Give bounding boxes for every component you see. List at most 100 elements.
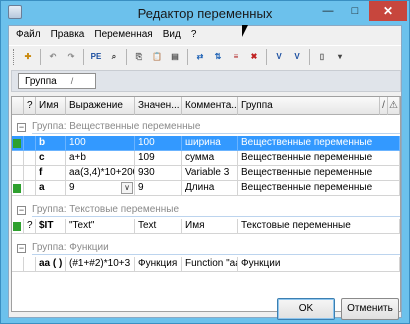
var-settings-icon[interactable]: V <box>289 49 305 65</box>
table-row[interactable]: f aa(3,4)*10+200 930 Variable 3 Вещественные… <box>12 166 400 181</box>
undo-icon[interactable]: ↶ <box>45 49 61 65</box>
group-row[interactable]: − Группа: Текстовые переменные <box>12 202 400 217</box>
flag-cell[interactable] <box>12 257 24 272</box>
flag-cell[interactable] <box>12 181 24 196</box>
sort-icon[interactable]: ⇅ <box>210 49 226 65</box>
options-icon[interactable]: ▾ <box>332 49 348 65</box>
comment-cell[interactable]: Имя <box>182 219 238 234</box>
name-cell[interactable]: $IT <box>36 219 66 234</box>
menu-item-4[interactable]: ? <box>186 26 202 44</box>
comment-cell[interactable]: ширина <box>182 136 238 151</box>
toolbar: ✚ ↶ ↷ PE ⌕ ⎘ 📋 ▤ ⇄ ⇅ ≡ ✖ V V ▯ ▾ <box>9 45 401 67</box>
name-cell[interactable]: f <box>36 166 66 181</box>
value-cell[interactable]: Text <box>135 219 182 234</box>
column-header-7[interactable]: / <box>380 97 388 115</box>
name-cell[interactable]: b <box>36 136 66 151</box>
flag-cell[interactable] <box>12 136 24 151</box>
group-row[interactable]: − Группа: Вещественные переменные <box>12 119 400 134</box>
value-cell[interactable]: 930 <box>135 166 182 181</box>
table-row[interactable]: b 100 100 ширина Вещественные переменные <box>12 136 400 151</box>
table-row[interactable]: ? $IT "Text" Text Имя Текстовые переменные <box>12 219 400 234</box>
q-cell[interactable] <box>24 151 36 166</box>
table-row[interactable]: c a+b 109 сумма Вещественные переменные <box>12 151 400 166</box>
maximize-button[interactable]: □ <box>342 1 368 21</box>
toolbar-separator <box>187 48 188 65</box>
group-cell[interactable]: Вещественные переменные <box>238 136 400 151</box>
group-cell[interactable]: Вещественные переменные <box>238 166 400 181</box>
ok-button[interactable]: OK <box>277 298 335 320</box>
paste-icon[interactable]: 📋 <box>149 49 165 65</box>
add-var-icon[interactable]: V <box>271 49 287 65</box>
collapse-toggle-icon[interactable]: − <box>17 206 26 215</box>
column-header-4[interactable]: Значен... <box>135 97 182 115</box>
group-cell[interactable]: Текстовые переменные <box>238 219 400 234</box>
copy-icon[interactable]: ⎘ <box>131 49 147 65</box>
value-cell[interactable]: 100 <box>135 136 182 151</box>
menu-item-1[interactable]: Правка <box>46 26 90 44</box>
name-cell[interactable]: aa ( ) <box>36 257 66 272</box>
group-cell[interactable]: Вещественные переменные <box>238 181 400 196</box>
column-header-0[interactable] <box>12 97 24 115</box>
flag-cell[interactable] <box>12 151 24 166</box>
cancel-button[interactable]: Отменить <box>341 298 399 320</box>
q-cell[interactable] <box>24 257 36 272</box>
expr-cell[interactable]: "Text" <box>66 219 135 234</box>
value-cell[interactable]: 109 <box>135 151 182 166</box>
name-cell[interactable]: a <box>36 181 66 196</box>
table-row[interactable]: aa ( )(#1+#2)*10+3ФункцияFunction "aa"Фу… <box>12 257 400 272</box>
close-button[interactable]: ✕ <box>369 1 407 21</box>
collapse-toggle-icon[interactable]: − <box>17 123 26 132</box>
group-cell[interactable]: Вещественные переменные <box>238 151 400 166</box>
flag-cell[interactable] <box>12 219 24 234</box>
q-cell[interactable] <box>24 181 36 196</box>
q-cell[interactable]: ? <box>24 219 36 234</box>
q-cell[interactable] <box>24 136 36 151</box>
insert-icon[interactable]: ≡ <box>228 49 244 65</box>
redo-icon[interactable]: ↷ <box>63 49 79 65</box>
variable-properties-icon[interactable]: ▤ <box>167 49 183 65</box>
toolbar-grip[interactable] <box>13 48 16 65</box>
comment-cell[interactable]: Function "aa" <box>182 257 238 272</box>
group-cell[interactable]: Функции <box>238 257 400 272</box>
column-header-6[interactable]: Группа <box>238 97 380 115</box>
group-divider <box>32 216 400 217</box>
menu-item-3[interactable]: Вид <box>158 26 186 44</box>
menu-item-2[interactable]: Переменная <box>89 26 157 44</box>
column-header-8[interactable]: ⚠ <box>388 97 400 115</box>
column-header-5[interactable]: Коммента... <box>182 97 238 115</box>
minimize-button[interactable]: — <box>315 1 341 21</box>
comment-cell[interactable]: сумма <box>182 151 238 166</box>
find-icon[interactable]: ⌕ <box>106 49 122 65</box>
group-row[interactable]: − Группа: Функции <box>12 240 400 255</box>
group-by-sort-icon: / <box>70 76 74 86</box>
move-variable-icon[interactable]: ⇄ <box>192 49 208 65</box>
toolbar-separator <box>126 48 127 65</box>
collapse-toggle-icon[interactable]: − <box>17 244 26 253</box>
flag-cell[interactable] <box>12 166 24 181</box>
title-bar[interactable]: Редактор переменных — □ ✕ <box>1 1 409 25</box>
menu-item-0[interactable]: Файл <box>11 26 46 44</box>
import-icon[interactable]: PE <box>88 49 104 65</box>
q-cell[interactable] <box>24 166 36 181</box>
group-label: Группа: Функции <box>32 242 109 253</box>
group-by-chip[interactable]: Группа / <box>18 73 96 89</box>
expr-cell[interactable]: 100 <box>66 136 135 151</box>
column-header-2[interactable]: Имя <box>36 97 66 115</box>
dropdown-arrow-icon[interactable]: ∨ <box>121 182 133 194</box>
comment-cell[interactable]: Variable 3 <box>182 166 238 181</box>
value-cell[interactable]: Функция <box>135 257 182 272</box>
group-divider <box>32 254 400 255</box>
comment-cell[interactable]: Длина <box>182 181 238 196</box>
column-header-3[interactable]: Выражение <box>66 97 135 115</box>
expr-cell[interactable]: aa(3,4)*10+200 <box>66 166 135 181</box>
table-row[interactable]: a 9 ∨ 9 Длина Вещественные переменные <box>12 181 400 196</box>
toolbar-separator <box>40 48 41 65</box>
value-cell[interactable]: 9 <box>135 181 182 196</box>
add-variable-icon[interactable]: ✚ <box>20 49 36 65</box>
expr-cell[interactable]: (#1+#2)*10+3 <box>66 257 135 272</box>
new-document-icon[interactable]: ▯ <box>314 49 330 65</box>
name-cell[interactable]: c <box>36 151 66 166</box>
expr-cell[interactable]: a+b <box>66 151 135 166</box>
delete-icon[interactable]: ✖ <box>246 49 262 65</box>
column-header-1[interactable]: ? <box>24 97 36 115</box>
